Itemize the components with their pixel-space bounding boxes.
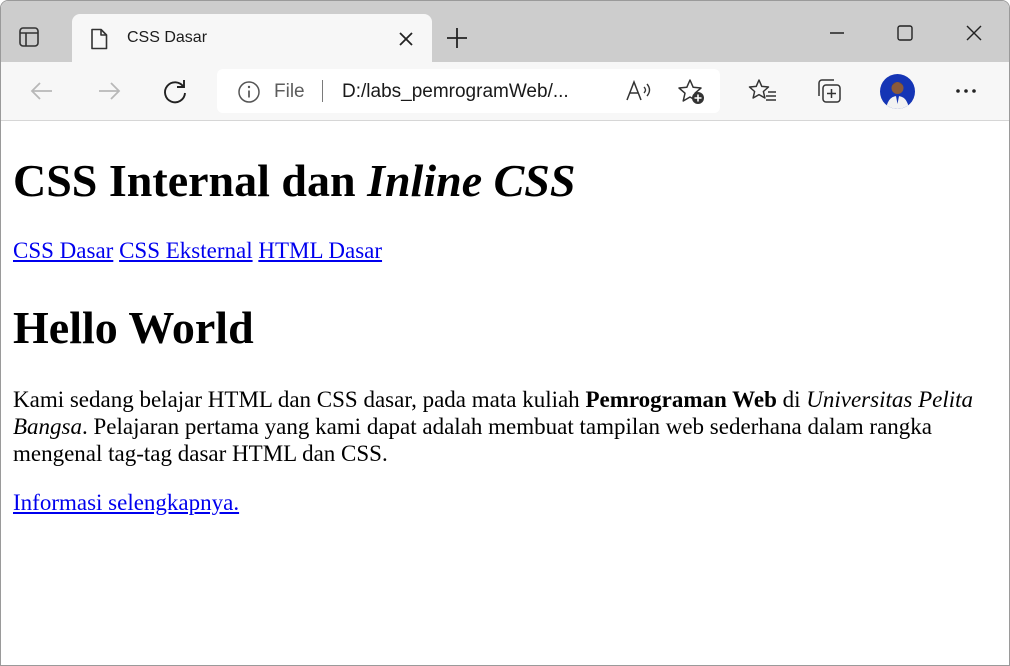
intro-paragraph: Kami sedang belajar HTML dan CSS dasar, … — [13, 386, 998, 467]
paragraph-text-1: Kami sedang belajar HTML dan CSS dasar, … — [13, 387, 586, 412]
address-separator — [322, 80, 323, 102]
scheme-label: File — [274, 81, 305, 102]
paragraph-text-2: di — [776, 387, 807, 412]
window-close-icon[interactable] — [962, 21, 986, 45]
document-icon — [89, 28, 109, 55]
refresh-icon[interactable] — [160, 76, 190, 106]
tab-actions-icon[interactable] — [15, 23, 43, 51]
browser-toolbar: File D:/labs_pemrogramWeb/... — [1, 62, 1009, 121]
more-icon[interactable] — [951, 76, 981, 106]
avatar[interactable] — [880, 74, 915, 109]
link-html-dasar[interactable]: HTML Dasar — [258, 238, 382, 263]
favorites-icon[interactable] — [748, 76, 778, 106]
nav-links: CSS Dasar CSS Eksternal HTML Dasar — [13, 238, 382, 264]
paragraph-bold: Pemrograman Web — [585, 387, 777, 412]
info-icon[interactable] — [237, 80, 261, 109]
url-text[interactable]: D:/labs_pemrogramWeb/... — [342, 81, 569, 103]
paragraph-text-3: . Pelajaran pertama yang kami dapat adal… — [13, 414, 933, 466]
add-favorite-icon[interactable] — [677, 78, 707, 111]
maximize-icon[interactable] — [893, 21, 917, 45]
tab-strip: CSS Dasar — [1, 1, 1009, 62]
link-css-dasar[interactable]: CSS Dasar — [13, 238, 113, 263]
page-title: CSS Internal dan Inline CSS — [13, 158, 575, 204]
forward-arrow-icon[interactable] — [94, 76, 124, 106]
page-title-plain: CSS Internal dan — [13, 155, 368, 206]
plus-icon[interactable] — [444, 25, 470, 56]
link-css-eksternal[interactable]: CSS Eksternal — [119, 238, 253, 263]
read-aloud-icon[interactable] — [625, 79, 653, 108]
hello-heading: Hello World — [13, 302, 254, 353]
page-content: CSS Internal dan Inline CSS CSS Dasar CS… — [1, 121, 1009, 665]
back-arrow-icon[interactable] — [27, 76, 57, 106]
browser-window: CSS Dasar File D:/labs_pemrogramWeb/... … — [0, 0, 1010, 666]
page-title-italic: Inline CSS — [367, 155, 576, 206]
tab-title: CSS Dasar — [127, 29, 208, 46]
more-info-link[interactable]: Informasi selengkapnya. — [13, 490, 239, 516]
collections-icon[interactable] — [814, 76, 844, 106]
close-icon[interactable] — [397, 30, 415, 53]
minimize-icon[interactable] — [825, 21, 849, 45]
address-bar[interactable]: File D:/labs_pemrogramWeb/... — [217, 69, 720, 113]
tab-css-dasar[interactable]: CSS Dasar — [72, 14, 432, 62]
